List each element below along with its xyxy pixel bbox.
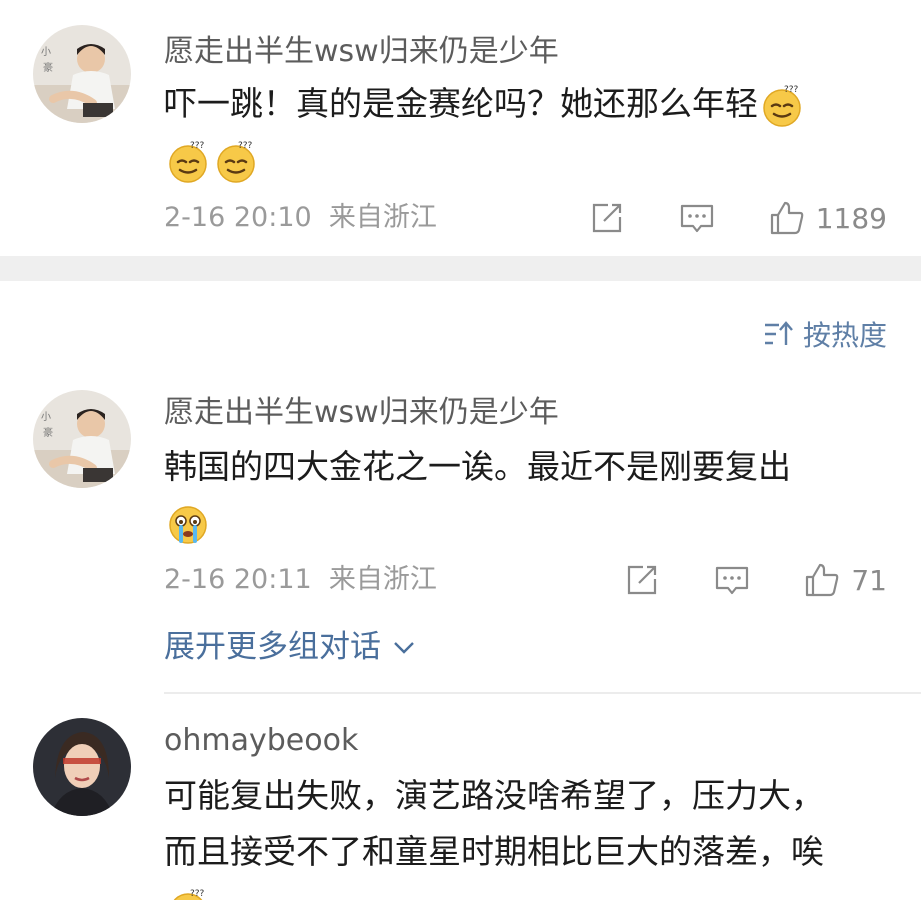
share-icon[interactable] bbox=[623, 561, 661, 599]
like-count: 1189 bbox=[815, 201, 887, 235]
comment-text: 韩国的四大金花之一诶。最近不是刚要复出 bbox=[164, 439, 904, 551]
crying-face-emoji bbox=[166, 503, 210, 547]
sort-icon bbox=[764, 321, 793, 345]
expand-more-button[interactable]: 展开更多组对话 bbox=[164, 626, 417, 668]
comment-text-body: 韩国的四大金花之一诶。最近不是刚要复出 bbox=[164, 447, 791, 486]
comment-icon[interactable] bbox=[678, 199, 716, 237]
thumbs-up-icon[interactable] bbox=[768, 199, 806, 237]
username[interactable]: ohmaybeook bbox=[164, 721, 358, 761]
comment-date: 2-16 20:11 bbox=[164, 564, 312, 595]
comment-text: 可能复出失败，演艺路没啥希望了，压力大， 而且接受不了和童星时期相比巨大的落差，… bbox=[164, 768, 904, 900]
comment-location: 来自浙江 bbox=[328, 202, 437, 233]
dizzy-face-emoji bbox=[214, 140, 258, 184]
comment-meta: 2-16 20:11 来自浙江 bbox=[164, 562, 437, 598]
chevron-down-icon bbox=[394, 642, 414, 654]
sort-label: 按热度 bbox=[802, 319, 887, 352]
thumbs-up-icon[interactable] bbox=[803, 561, 841, 599]
sort-button[interactable]: 按热度 bbox=[763, 314, 887, 354]
section-divider bbox=[0, 256, 921, 281]
username[interactable]: 愿走出半生wsw归来仍是少年 bbox=[164, 32, 559, 72]
expand-label: 展开更多组对话 bbox=[164, 629, 381, 665]
share-icon[interactable] bbox=[588, 199, 626, 237]
avatar[interactable] bbox=[33, 25, 131, 123]
comment-actions: 71 bbox=[623, 560, 887, 600]
comment-date: 2-16 20:10 bbox=[164, 202, 312, 233]
comment-icon[interactable] bbox=[713, 561, 751, 599]
avatar[interactable] bbox=[33, 718, 131, 816]
comment-meta: 2-16 20:10 来自浙江 bbox=[164, 200, 437, 236]
divider bbox=[164, 692, 921, 694]
like-count: 71 bbox=[851, 563, 887, 597]
dizzy-face-emoji bbox=[166, 140, 210, 184]
comment-text-line: 而且接受不了和童星时期相比巨大的落差，唉 bbox=[164, 832, 824, 871]
comment-location: 来自浙江 bbox=[328, 564, 437, 595]
comment-actions: 1189 bbox=[588, 198, 887, 238]
dizzy-face-emoji bbox=[760, 84, 804, 128]
avatar[interactable] bbox=[33, 390, 131, 488]
comment-text-body: 吓一跳！真的是金赛纶吗？她还那么年轻 bbox=[164, 84, 758, 123]
comment-text: 吓一跳！真的是金赛纶吗？她还那么年轻 bbox=[164, 76, 904, 188]
dizzy-face-emoji bbox=[166, 888, 210, 900]
username[interactable]: 愿走出半生wsw归来仍是少年 bbox=[164, 393, 559, 433]
comment-text-line: 可能复出失败，演艺路没啥希望了，压力大， bbox=[164, 776, 824, 815]
